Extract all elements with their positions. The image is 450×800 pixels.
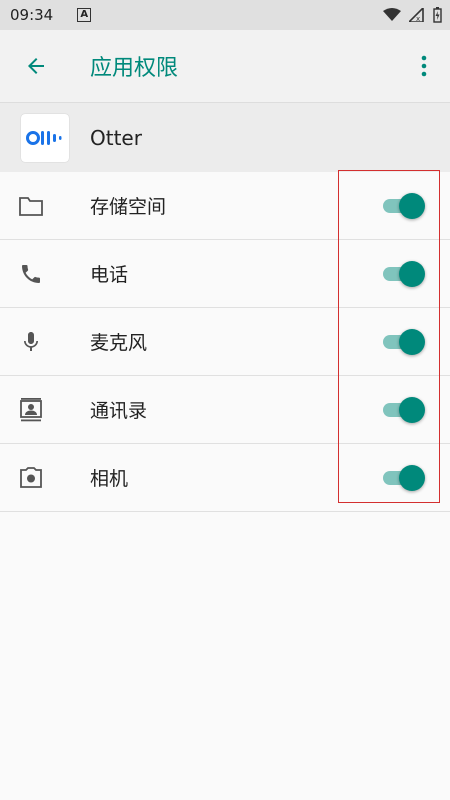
wifi-icon: [383, 8, 401, 21]
battery-icon: [433, 7, 442, 23]
status-right-icons: x: [383, 7, 442, 23]
app-name: Otter: [90, 125, 142, 150]
svg-text:x: x: [416, 15, 420, 22]
back-button[interactable]: [0, 30, 72, 102]
microphone-icon: [16, 327, 46, 357]
arrow-back-icon: [28, 58, 44, 74]
phone-toggle[interactable]: [383, 261, 427, 287]
contacts-toggle[interactable]: [383, 397, 427, 423]
permission-label: 麦克风: [90, 332, 148, 354]
camera-icon: [16, 463, 46, 493]
status-bar: 09:34 A x: [0, 0, 450, 30]
permission-row-microphone[interactable]: 麦克风: [0, 308, 450, 376]
permission-row-contacts[interactable]: 通讯录: [0, 376, 450, 444]
more-vert-icon: [421, 55, 427, 77]
permission-list: 存储空间 电话 麦克风 通讯录 相机: [0, 172, 450, 512]
folder-icon: [16, 191, 46, 221]
contacts-icon: [16, 395, 46, 425]
page-title: 应用权限: [90, 56, 179, 81]
permission-row-storage[interactable]: 存储空间: [0, 172, 450, 240]
microphone-toggle[interactable]: [383, 329, 427, 355]
storage-toggle[interactable]: [383, 193, 427, 219]
permission-row-phone[interactable]: 电话: [0, 240, 450, 308]
status-time: 09:34: [10, 6, 54, 24]
permission-label: 存储空间: [90, 196, 167, 218]
phone-icon: [16, 259, 46, 289]
notification-a-icon: A: [77, 8, 92, 22]
signal-icon: x: [409, 8, 424, 22]
permission-label: 相机: [90, 468, 129, 490]
camera-toggle[interactable]: [383, 465, 427, 491]
more-options-button[interactable]: [412, 52, 436, 80]
permission-label: 通讯录: [90, 400, 148, 422]
permission-label: 电话: [90, 264, 129, 286]
permission-row-camera[interactable]: 相机: [0, 444, 450, 512]
app-header: Otter: [0, 102, 450, 172]
otter-logo-icon: [26, 130, 62, 145]
app-bar: 应用权限: [0, 30, 450, 102]
otter-logo: [21, 113, 69, 162]
